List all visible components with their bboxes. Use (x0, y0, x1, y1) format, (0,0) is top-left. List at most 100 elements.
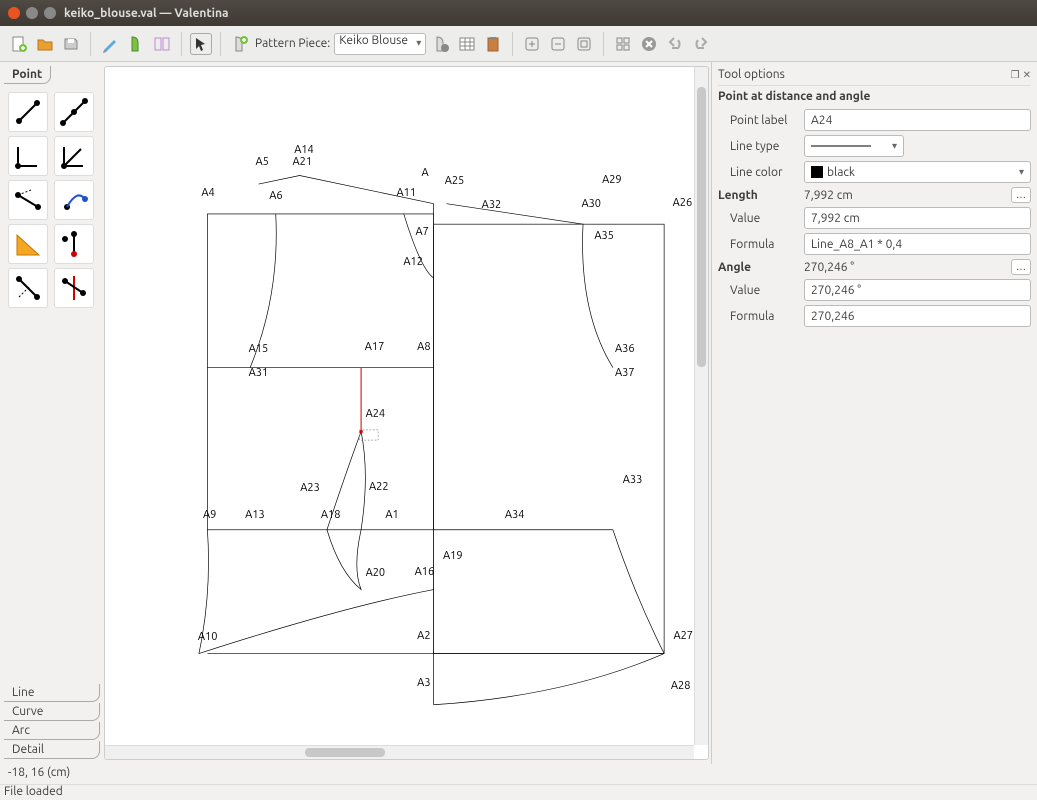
point-label: A14 (294, 144, 314, 156)
point-label: A12 (403, 256, 423, 268)
point-label: A13 (245, 509, 265, 521)
point-label: A31 (249, 367, 269, 379)
point-label: A1 (385, 509, 398, 521)
layout-tool-icon[interactable] (151, 33, 173, 55)
point-label: A37 (615, 367, 635, 379)
coord-display: -18, 16 (cm) (0, 764, 1037, 784)
length-edit-button[interactable]: … (1011, 187, 1031, 203)
zoom-original-icon[interactable] (612, 33, 634, 55)
point-label: A5 (256, 156, 269, 168)
point-label: A20 (366, 567, 386, 579)
point-label: A35 (594, 230, 614, 242)
angle-formula-input[interactable] (804, 305, 1031, 327)
new-file-icon[interactable] (8, 33, 30, 55)
save-file-icon[interactable] (60, 33, 82, 55)
main-toolbar: Pattern Piece: Keiko Blouse (0, 26, 1037, 62)
clipboard-icon[interactable] (482, 33, 504, 55)
pattern-drawing (105, 67, 694, 745)
sidebar-tab-point[interactable]: Point (4, 66, 51, 84)
point-label: A7 (415, 226, 428, 238)
point-label: A18 (321, 509, 341, 521)
point-label: A10 (198, 631, 218, 643)
point-label: A33 (623, 474, 643, 486)
point-label: A3 (417, 677, 430, 689)
sidebar-tab-curve[interactable]: Curve (4, 703, 100, 721)
length-formula-lbl: Formula (718, 238, 798, 251)
point-height-tool[interactable] (8, 268, 48, 308)
point-intersection-tool[interactable] (54, 224, 94, 264)
detail-tool-icon[interactable] (125, 33, 147, 55)
point-alongline-tool[interactable] (54, 92, 94, 132)
sidebar-tab-detail[interactable]: Detail (4, 741, 100, 759)
point-label: A26 (673, 197, 693, 209)
line-type-select[interactable] (804, 135, 904, 157)
angle-formula-lbl: Formula (718, 310, 798, 323)
point-label: A6 (269, 190, 282, 202)
panel-undock-icon[interactable]: ❐ (1011, 69, 1020, 80)
point-label-input[interactable] (804, 109, 1031, 131)
redo-icon[interactable] (690, 33, 712, 55)
point-shoulder-tool[interactable] (8, 180, 48, 220)
maximize-icon[interactable] (44, 7, 56, 19)
close-icon[interactable] (8, 7, 20, 19)
drawing-canvas[interactable]: A14A5A21AA25A29A4A6A11A32A30A26A7A35A12A… (104, 66, 709, 760)
point-label: A11 (397, 187, 417, 199)
undo-icon[interactable] (664, 33, 686, 55)
pattern-piece-select[interactable]: Keiko Blouse (334, 33, 426, 55)
tool-options-panel: Tool options ❐✕ Point at distance and an… (711, 62, 1037, 764)
point-label: A19 (443, 550, 463, 562)
window-title: keiko_blouse.val — Valentina (64, 7, 228, 20)
pattern-piece-label: Pattern Piece: (255, 37, 330, 50)
point-lineintersectaxis-tool[interactable] (54, 268, 94, 308)
titlebar: keiko_blouse.val — Valentina (0, 0, 1037, 26)
minimize-icon[interactable] (26, 7, 38, 19)
point-label: A27 (673, 630, 693, 642)
length-formula-input[interactable] (804, 233, 1031, 255)
sidebar-tab-arc[interactable]: Arc (4, 722, 100, 740)
point-label: A25 (445, 175, 465, 187)
stop-icon[interactable] (638, 33, 660, 55)
zoom-in-icon[interactable] (521, 33, 543, 55)
angle-value-input[interactable] (804, 279, 1031, 301)
panel-close-icon[interactable]: ✕ (1023, 69, 1031, 80)
new-pattern-piece-icon[interactable] (229, 33, 251, 55)
point-label: A15 (249, 343, 269, 355)
point-endline-tool[interactable] (8, 92, 48, 132)
config-pattern-icon[interactable] (430, 33, 452, 55)
point-triangle-tool[interactable] (8, 224, 48, 264)
line-color-select[interactable]: black (804, 161, 1031, 183)
point-label: A23 (300, 482, 320, 494)
pointer-tool-icon[interactable] (190, 33, 212, 55)
point-bisector-tool[interactable] (54, 136, 94, 176)
point-label: A28 (671, 680, 691, 692)
line-color-lbl: Line color (718, 166, 798, 179)
horizontal-scrollbar[interactable] (105, 745, 694, 759)
point-normal-tool[interactable] (8, 136, 48, 176)
point-label: A30 (581, 198, 601, 210)
angle-lbl: Angle (718, 261, 798, 274)
point-label: A21 (292, 156, 312, 168)
open-file-icon[interactable] (34, 33, 56, 55)
line-type-lbl: Line type (718, 140, 798, 153)
zoom-out-icon[interactable] (547, 33, 569, 55)
length-value-input[interactable] (804, 207, 1031, 229)
point-label: A8 (417, 341, 430, 353)
sidebar-tab-line[interactable]: Line (4, 684, 100, 702)
angle-edit-button[interactable]: … (1011, 259, 1031, 275)
table-icon[interactable] (456, 33, 478, 55)
point-label: A34 (505, 509, 525, 521)
length-lbl: Length (718, 189, 798, 202)
angle-value-display: 270,246 ° (804, 261, 1001, 274)
draw-tool-icon[interactable] (99, 33, 121, 55)
point-label: A24 (366, 408, 386, 420)
point-label: A36 (615, 343, 635, 355)
point-label-lbl: Point label (718, 114, 798, 127)
point-contact-tool[interactable] (54, 180, 94, 220)
length-value-display: 7,992 cm (804, 189, 1001, 202)
vertical-scrollbar[interactable] (694, 67, 708, 745)
point-label: A32 (482, 199, 502, 211)
zoom-fit-icon[interactable] (573, 33, 595, 55)
tool-sidebar: Point Line Curve Arc Detail (0, 62, 104, 764)
point-label: A22 (369, 481, 389, 493)
point-label: A17 (365, 341, 385, 353)
